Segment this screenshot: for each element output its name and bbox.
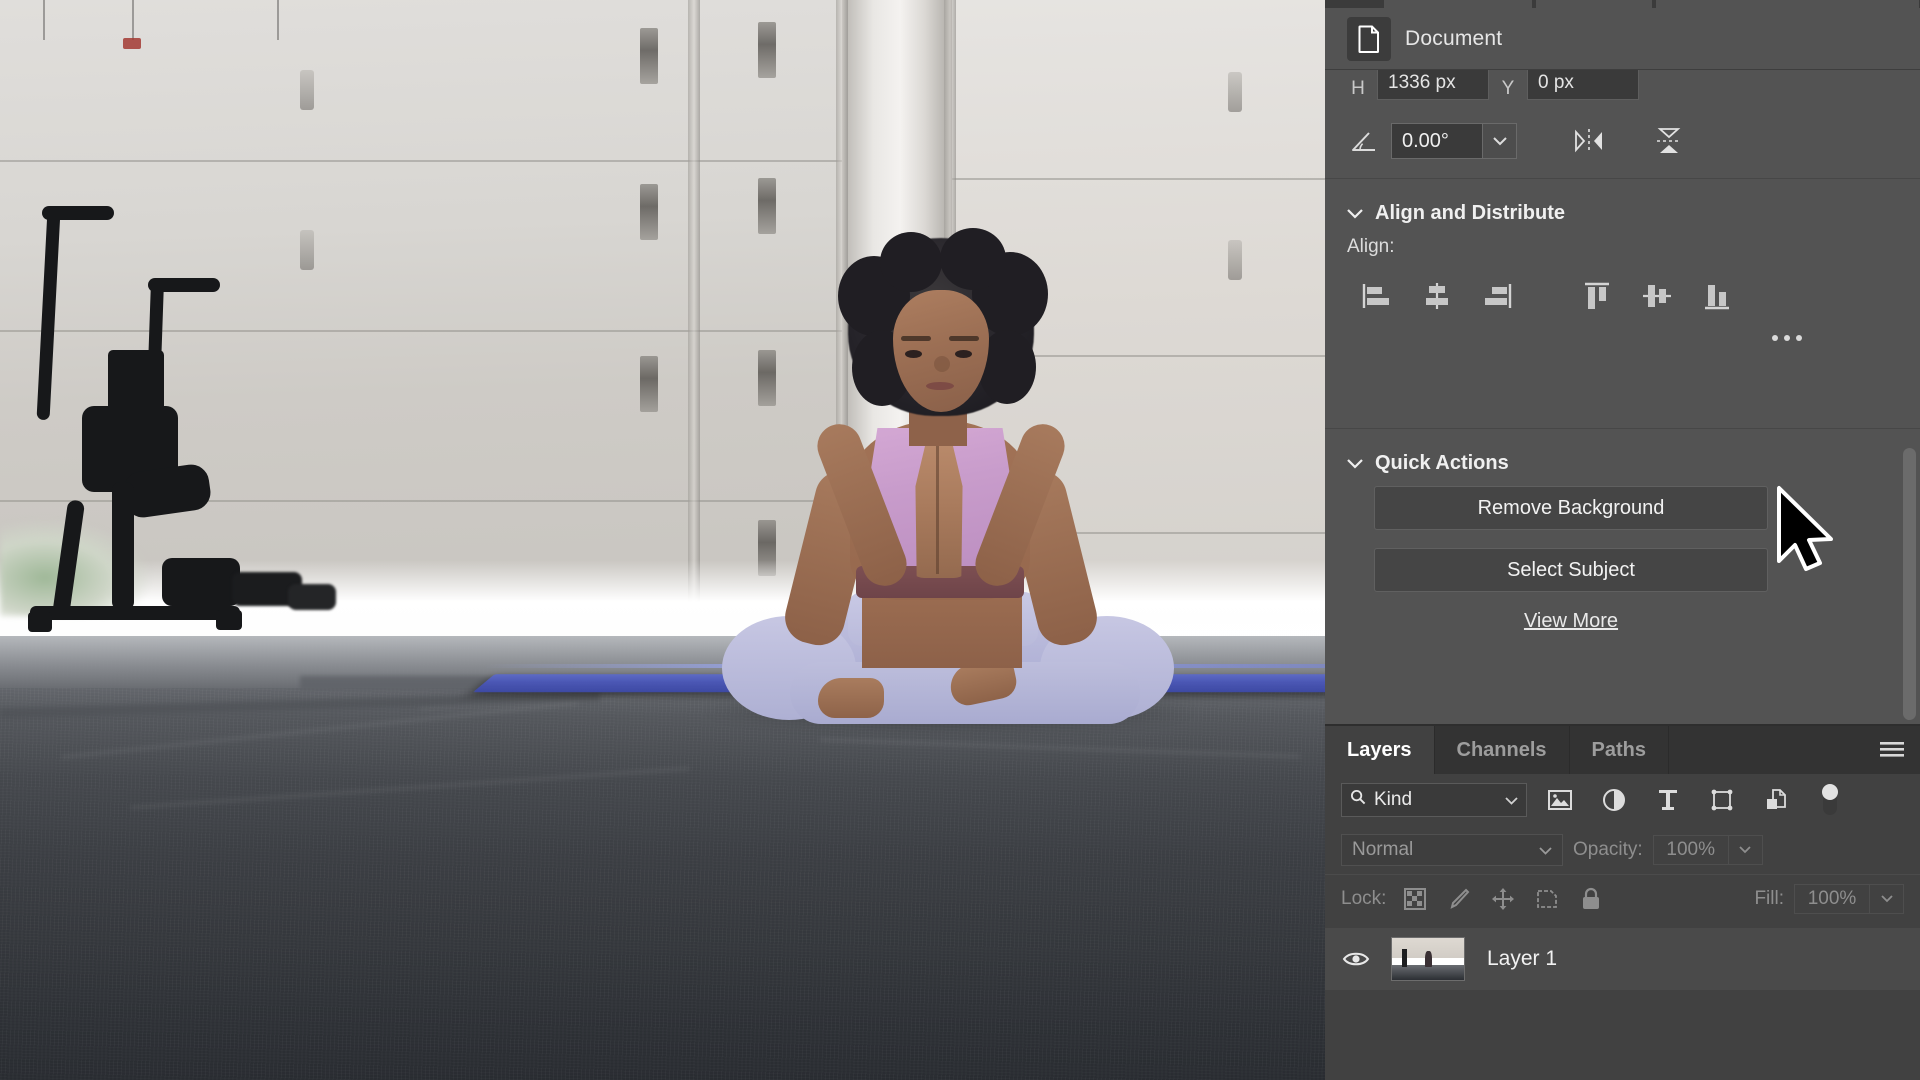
align-and-distribute-section: Align and Distribute Align:	[1325, 190, 1920, 358]
smart-object-icon[interactable]	[1755, 783, 1797, 817]
text-icon[interactable]	[1647, 783, 1689, 817]
hamburger-menu-icon[interactable]	[1878, 740, 1906, 765]
opacity-label: Opacity:	[1573, 839, 1643, 861]
view-more-link[interactable]: View More	[1347, 592, 1795, 633]
properties-scrollbar[interactable]	[1903, 448, 1916, 720]
transform-size-row: H 1336 px Y 0 px	[1325, 70, 1920, 100]
align-right-icon[interactable]	[1467, 274, 1527, 318]
kind-filter-label: Kind	[1374, 789, 1412, 811]
flip-vertical-icon[interactable]	[1647, 123, 1691, 159]
table-row[interactable]: Layer 1	[1325, 928, 1920, 990]
right-panel-column: Document H 1336 px Y 0 px 0.00°	[1325, 0, 1920, 1080]
align-top-icon[interactable]	[1567, 274, 1627, 318]
hair	[880, 232, 942, 292]
angle-input[interactable]: 0.00°	[1391, 123, 1483, 159]
filter-toggle-icon[interactable]	[1809, 783, 1851, 817]
y-label: Y	[1497, 78, 1519, 100]
chevron-down-icon	[1347, 202, 1363, 225]
align-center-vertical-icon[interactable]	[1627, 274, 1687, 318]
panel-tab-stub[interactable]	[1535, 0, 1653, 8]
chevron-down-icon[interactable]	[1483, 123, 1517, 159]
chevron-down-icon	[1347, 452, 1363, 475]
angle-icon	[1347, 130, 1381, 152]
person-meditating	[0, 0, 1325, 1080]
eye-left	[905, 350, 922, 358]
mouth	[926, 382, 954, 390]
align-left-icon[interactable]	[1347, 274, 1407, 318]
photoshop-window: Document H 1336 px Y 0 px 0.00°	[0, 0, 1920, 1080]
select-subject-button[interactable]: Select Subject	[1374, 548, 1768, 592]
layer-thumbnail	[1391, 937, 1465, 981]
chevron-down-icon[interactable]	[1729, 835, 1763, 865]
canvas-area[interactable]	[0, 0, 1325, 1080]
align-section-header[interactable]: Align and Distribute	[1325, 190, 1920, 236]
align-more-options[interactable]	[1325, 318, 1920, 358]
adjustment-icon[interactable]	[1593, 783, 1635, 817]
eyebrow-left	[901, 336, 931, 341]
checkerboard-icon[interactable]	[1400, 884, 1430, 914]
panel-tab-stub[interactable]	[1655, 0, 1920, 8]
tab-paths[interactable]: Paths	[1570, 726, 1669, 774]
move-icon[interactable]	[1488, 884, 1518, 914]
kind-filter-select[interactable]: Kind	[1341, 783, 1527, 817]
divider	[1325, 178, 1920, 179]
layer-list: Layer 1	[1325, 922, 1920, 990]
height-input[interactable]: 1336 px	[1377, 70, 1489, 100]
image-icon[interactable]	[1539, 783, 1581, 817]
eyebrow-right	[949, 336, 979, 341]
properties-panel: Document H 1336 px Y 0 px 0.00°	[1325, 8, 1920, 720]
flip-horizontal-icon[interactable]	[1567, 123, 1611, 159]
eye-icon[interactable]	[1325, 949, 1387, 969]
nose	[934, 356, 950, 372]
quick-actions-section: Quick Actions Remove Background Select S…	[1325, 440, 1920, 633]
align-center-horizontal-icon[interactable]	[1407, 274, 1467, 318]
height-label: H	[1347, 78, 1369, 100]
panel-tab-stub[interactable]	[1383, 0, 1533, 8]
search-icon	[1350, 789, 1366, 811]
properties-header: Document	[1325, 8, 1920, 70]
document-icon	[1347, 17, 1391, 61]
quick-actions-title: Quick Actions	[1375, 452, 1509, 475]
chevron-down-icon	[1539, 839, 1552, 861]
y-input[interactable]: 0 px	[1527, 70, 1639, 100]
layer-filter-row: Kind	[1325, 774, 1920, 826]
eye-right	[955, 350, 972, 358]
hair	[940, 228, 1006, 290]
panel-tab-strip	[1325, 0, 1920, 8]
chevron-down-icon[interactable]	[1870, 884, 1904, 914]
remove-background-button[interactable]: Remove Background	[1374, 486, 1768, 530]
lock-icon[interactable]	[1576, 884, 1606, 914]
panel-title: Document	[1405, 27, 1502, 51]
lock-label: Lock:	[1341, 888, 1386, 910]
more-options-icon	[1772, 335, 1802, 341]
chevron-down-icon	[1505, 789, 1518, 811]
align-section-title: Align and Distribute	[1375, 202, 1565, 225]
layers-tab-bar: Layers Channels Paths	[1325, 726, 1920, 774]
blend-mode-row: Normal Opacity: 100%	[1325, 826, 1920, 874]
align-bottom-icon[interactable]	[1687, 274, 1747, 318]
divider	[1325, 428, 1920, 429]
quick-actions-header[interactable]: Quick Actions	[1325, 440, 1920, 486]
document-image	[0, 0, 1325, 1080]
tab-channels[interactable]: Channels	[1435, 726, 1570, 774]
lock-row: Lock:	[1325, 874, 1920, 922]
opacity-input[interactable]: 100%	[1653, 835, 1729, 865]
fill-input[interactable]: 100%	[1794, 884, 1870, 914]
fill-label: Fill:	[1754, 888, 1784, 910]
layer-name[interactable]: Layer 1	[1465, 947, 1557, 971]
blend-mode-select[interactable]: Normal	[1341, 834, 1563, 866]
tab-layers[interactable]: Layers	[1325, 726, 1435, 774]
align-label: Align:	[1325, 236, 1920, 258]
transform-angle-row: 0.00°	[1325, 113, 1920, 169]
blend-mode-value: Normal	[1352, 839, 1413, 861]
align-buttons-row	[1325, 258, 1920, 318]
brush-icon[interactable]	[1444, 884, 1474, 914]
shape-icon[interactable]	[1701, 783, 1743, 817]
artboard-icon[interactable]	[1532, 884, 1562, 914]
quick-actions-body: Remove Background Select Subject View Mo…	[1325, 486, 1920, 633]
layers-panel: Layers Channels Paths	[1325, 724, 1920, 1080]
foot-left	[818, 678, 884, 718]
